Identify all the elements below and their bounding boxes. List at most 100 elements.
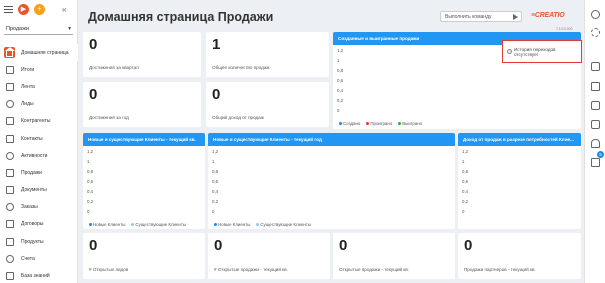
kpi-value: 1 — [212, 36, 221, 53]
sidebar-item-label: Продукты — [21, 238, 44, 245]
page-title: Домашняя страница Продажи — [88, 10, 274, 24]
collapse-icon[interactable]: « — [62, 5, 66, 14]
legend-label: Новые Клиенты — [93, 222, 126, 227]
legend-item[interactable]: Существующие Клиенты — [256, 222, 311, 227]
version-label: 7.13.0.000 — [556, 27, 573, 31]
legend-swatch — [398, 122, 402, 125]
kpi-caption: Достижения за год — [89, 115, 129, 120]
sidebar-item-label: Договоры — [21, 221, 44, 228]
kpi-card: 0 Достижения за квартал — [83, 32, 201, 77]
y-tick-label: 1,2 — [462, 149, 469, 154]
kpi-card: 0 Открытые продажи - текущий кв. — [333, 233, 455, 279]
sidebar-item-label: Лента — [21, 83, 35, 90]
sidebar-item[interactable]: Контакты — [0, 130, 78, 147]
kpi-card: 0 Достижения за год — [83, 82, 201, 127]
sidebar-item[interactable]: Продукты — [0, 233, 78, 250]
legend-label: Выиграно — [402, 121, 423, 126]
sidebar-item-label: Счета — [21, 255, 35, 262]
legend-item[interactable]: Новые Клиенты — [214, 222, 250, 227]
add-icon[interactable]: + — [34, 3, 45, 15]
y-tick-label: 0 — [87, 209, 90, 214]
chart-title[interactable]: Новые и существующие Клиенты - текущий к… — [83, 133, 205, 146]
kpi-caption: # Открытые продажи - текущий кв. — [214, 267, 288, 272]
sidebar-item-label: Итоги — [21, 66, 35, 73]
command-placeholder: Выполнить команду — [445, 13, 492, 20]
messages-icon[interactable] — [591, 120, 600, 129]
contacts-icon — [4, 133, 15, 144]
workspace-label: Продажи — [6, 25, 29, 32]
sidebar-item[interactable]: Активности — [0, 147, 78, 164]
sidebar-item[interactable]: Документы — [0, 182, 78, 199]
notification-badge: 5 — [597, 151, 604, 158]
y-tick-label: 0,6 — [87, 179, 94, 184]
run-command-icon[interactable] — [513, 14, 518, 20]
feed-icon[interactable] — [591, 62, 600, 71]
kpi-caption: # Открытых лидов — [89, 267, 129, 272]
kpi-card: 1 Общее количество продаж — [206, 32, 329, 77]
chevron-down-icon: ▾ — [68, 25, 71, 32]
y-tick-label: 0,4 — [87, 189, 94, 194]
right-toolbar: 5 — [584, 0, 605, 283]
menu-icon[interactable] — [4, 5, 13, 13]
y-tick-label: 1,2 — [212, 149, 219, 154]
sidebar-item-label: База знаний — [21, 273, 50, 280]
sidebar-item[interactable]: Домашняя страница — [0, 44, 78, 62]
tasks-icon[interactable] — [591, 158, 600, 167]
sidebar-item-label: Заказы — [21, 204, 38, 211]
legend-item[interactable]: Выиграно — [398, 121, 422, 126]
sidebar-item[interactable]: Продажи — [0, 164, 78, 181]
y-tick-label: 1 — [337, 58, 340, 63]
y-tick-label: 0,6 — [212, 179, 219, 184]
kpi-value: 0 — [212, 86, 221, 103]
chart-title[interactable]: Новые и существующие Клиенты - текущий г… — [208, 133, 455, 146]
chat-icon[interactable] — [591, 101, 600, 110]
y-tick-label: 0,2 — [87, 199, 94, 204]
contracts-icon — [4, 219, 15, 230]
documents-icon — [4, 185, 15, 196]
y-tick-label: 1 — [87, 159, 90, 164]
workspace-select[interactable]: Продажи ▾ — [4, 23, 73, 35]
y-tick-label: 0 — [337, 108, 340, 113]
y-tick-label: 0,8 — [462, 169, 469, 174]
kpi-caption: Достижения за квартал — [89, 65, 139, 70]
kpi-caption: Продажи партнеров - текущий кв. — [464, 267, 536, 272]
y-tick-label: 0,8 — [212, 169, 219, 174]
chart-title[interactable]: Доход от продаж в разрезе потребностей К… — [458, 133, 581, 146]
legend-item[interactable]: Существующие Клиенты — [131, 222, 186, 227]
sidebar-item[interactable]: Контрагенты — [0, 113, 78, 130]
legend-label: Новые Клиенты — [218, 222, 251, 227]
y-tick-label: 1 — [212, 159, 215, 164]
command-input[interactable]: Выполнить команду — [440, 11, 522, 22]
knowledge-base-icon — [4, 271, 15, 282]
legend-label: Проиграно — [370, 121, 393, 126]
play-icon[interactable]: ▶ — [18, 3, 29, 15]
sidebar-top: ▶ + « — [0, 0, 77, 18]
activities-icon — [4, 150, 15, 161]
sidebar-item[interactable]: Лента — [0, 78, 78, 95]
profile-icon[interactable] — [591, 10, 600, 19]
kpi-caption: Общее количество продаж — [212, 65, 270, 70]
legend-item[interactable]: Проиграно — [366, 121, 392, 126]
leads-icon — [4, 99, 15, 110]
legend-item[interactable]: Новые Клиенты — [89, 222, 125, 227]
notifications-icon[interactable] — [591, 139, 600, 148]
chart-legend: Новые Клиенты Существующие Клиенты — [89, 222, 186, 227]
email-icon[interactable] — [591, 82, 600, 91]
history-empty-text: История переходов отсутствует — [513, 46, 556, 57]
settings-icon[interactable] — [591, 28, 600, 37]
accounts-icon — [4, 116, 15, 127]
sidebar-item[interactable]: Счета — [0, 250, 78, 267]
sidebar-item[interactable]: Заказы — [0, 199, 78, 216]
sidebar-item[interactable]: Лиды — [0, 96, 78, 113]
home-icon — [4, 46, 15, 59]
legend-swatch — [131, 223, 135, 226]
y-tick-label: 0,4 — [337, 88, 344, 93]
legend-item[interactable]: Создано — [339, 121, 360, 126]
sidebar-item-label: Домашняя страница — [21, 49, 69, 56]
sidebar-item-label: Продажи — [21, 169, 42, 176]
sidebar-item[interactable]: Итоги — [0, 61, 78, 78]
orders-icon — [4, 202, 15, 213]
sidebar-item[interactable]: База знаний — [0, 267, 78, 283]
sidebar-item[interactable]: Договоры — [0, 216, 78, 233]
legend-swatch — [256, 223, 260, 226]
